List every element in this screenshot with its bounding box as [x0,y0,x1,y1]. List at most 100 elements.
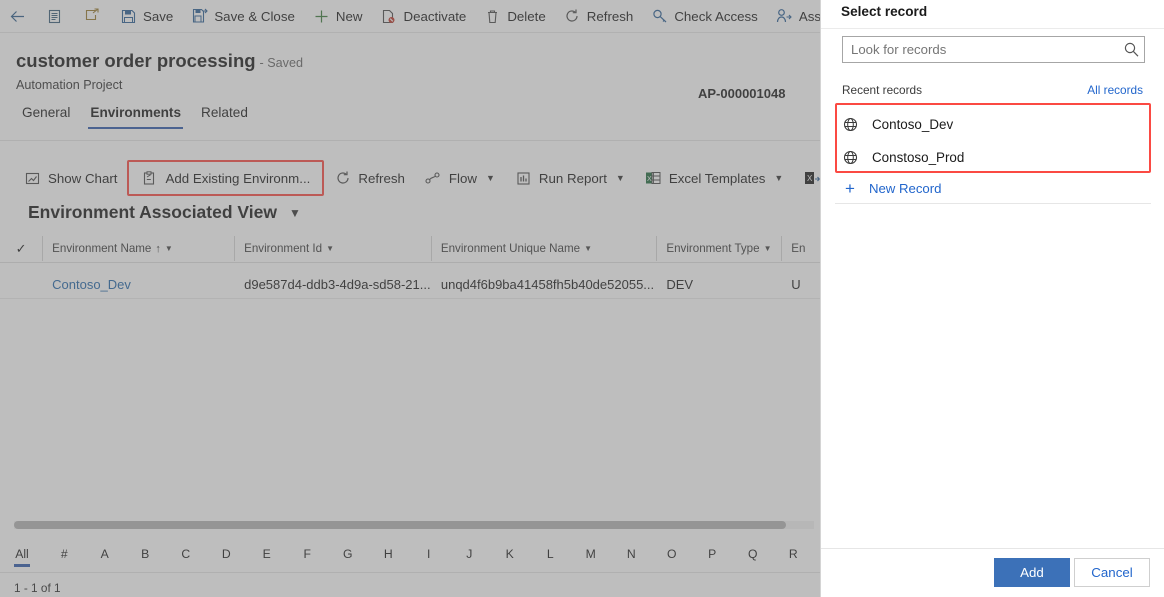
flow-label: Flow [449,171,477,186]
alpha-filter-r[interactable]: R [773,547,814,564]
alpha-filter-i[interactable]: I [409,547,450,564]
column-header-environment-name[interactable]: Environment Name ↑ ▼ [42,236,234,261]
search-input-wrapper[interactable] [842,36,1145,63]
pager-status: 1 - 1 of 1 [14,581,61,595]
alpha-filter-q[interactable]: Q [733,547,774,564]
excel-templates-button[interactable]: X Excel Templates ▼ [635,161,794,195]
alpha-filter-hash[interactable]: # [44,547,85,564]
panel-title: Select record [841,4,927,19]
flow-button[interactable]: Flow ▼ [415,161,505,195]
delete-button[interactable]: Delete [475,0,554,33]
all-records-link[interactable]: All records [1087,83,1143,97]
svg-text:X: X [807,174,813,183]
subgrid-refresh-button[interactable]: Refresh [324,161,415,195]
deactivate-label: Deactivate [403,9,466,24]
table-row[interactable]: Contoso_Dev d9e587d4-ddb3-4d9a-sd58-21..… [0,270,820,298]
alpha-filter-o[interactable]: O [652,547,693,564]
tab-environments[interactable]: Environments [82,104,189,129]
run-report-button[interactable]: Run Report ▼ [505,161,635,195]
trash-icon [484,8,501,25]
refresh-icon [564,8,581,25]
column-header-environment-type[interactable]: Environment Type ▼ [656,236,781,261]
deactivate-button[interactable]: Deactivate [371,0,475,33]
alpha-filter-f[interactable]: F [287,547,328,564]
alpha-filter-b[interactable]: B [125,547,166,564]
delete-label: Delete [507,9,545,24]
chart-icon [24,170,41,187]
alpha-filter-g[interactable]: G [328,547,369,564]
view-selector[interactable]: Environment Associated View ▼ [28,202,301,223]
alpha-filter-k[interactable]: K [490,547,531,564]
panel-title-divider [821,28,1164,29]
add-button[interactable]: Add [994,558,1070,587]
save-and-close-icon [191,8,208,25]
column-header-environment-id[interactable]: Environment Id ▼ [234,236,431,261]
show-chart-button[interactable]: Show Chart [14,161,127,195]
alpha-filter-h[interactable]: H [368,547,409,564]
record-title-text: customer order processing [16,50,256,71]
save-and-close-button[interactable]: Save & Close [182,0,304,33]
tab-related-label: Related [201,105,248,120]
chevron-down-icon: ▼ [165,244,173,253]
search-input[interactable] [843,42,1118,57]
cell-environment-name[interactable]: Contoso_Dev [42,270,234,298]
alpha-filter-c[interactable]: C [166,547,207,564]
tab-environments-label: Environments [90,105,181,120]
form-icon [46,8,63,25]
chevron-down-icon: ▼ [764,244,772,253]
open-in-new-window-button[interactable] [74,0,109,33]
alpha-filter-a[interactable]: A [85,547,126,564]
panel-footer-divider [821,548,1164,549]
export-to-excel-button[interactable]: X Exp [793,161,820,195]
alphabet-filter-divider [0,572,820,573]
alpha-filter-d[interactable]: D [206,547,247,564]
column-header-truncated[interactable]: En [781,236,820,261]
chevron-down-icon: ▼ [486,173,495,183]
export-excel-icon: X [803,170,820,187]
select-all-checkbox[interactable]: ✓ [0,241,42,257]
column-header-label: Environment Name [52,242,151,255]
column-header-label: Environment Unique Name [441,242,580,255]
new-record-button[interactable]: + New Record [845,175,1145,201]
key-icon [651,8,668,25]
app-root: Save Save & Close New Deactivate [0,0,1164,597]
back-button[interactable] [0,0,35,33]
check-access-button[interactable]: Check Access [642,0,767,33]
column-header-label: Environment Id [244,242,322,255]
add-existing-icon [141,170,158,187]
globe-icon [841,150,859,165]
plus-icon [313,8,330,25]
header-divider [0,140,820,141]
grid-horizontal-scrollbar-thumb[interactable] [14,521,786,529]
cancel-button[interactable]: Cancel [1074,558,1150,587]
assign-button[interactable]: Assign [767,0,820,33]
deactivate-icon [380,8,397,25]
form-selector-button[interactable] [37,0,72,33]
show-chart-label: Show Chart [48,171,117,186]
alpha-filter-m[interactable]: M [571,547,612,564]
alphabet-filter: All # A B C D E F G H I J K L M N O P Q … [0,540,820,570]
alpha-filter-l[interactable]: L [530,547,571,564]
add-existing-environment-button[interactable]: Add Existing Environm... [127,160,324,196]
record-option-contoso-dev[interactable]: Contoso_Dev [841,108,1141,140]
search-icon[interactable] [1118,41,1144,58]
alpha-filter-all[interactable]: All [0,547,44,564]
column-header-environment-unique-name[interactable]: Environment Unique Name ▼ [431,236,656,261]
cell-environment-unique-name: unqd4f6b9ba41458fh5b40de52055... [431,270,656,298]
tab-related[interactable]: Related [193,104,256,129]
alpha-filter-e[interactable]: E [247,547,288,564]
record-option-label: Constoso_Prod [872,150,964,165]
tab-general[interactable]: General [14,104,78,129]
record-option-constoso-prod[interactable]: Constoso_Prod [841,141,1141,173]
grid-header-divider [0,262,820,263]
save-icon [120,8,137,25]
refresh-button[interactable]: Refresh [555,0,643,33]
alpha-filter-n[interactable]: N [611,547,652,564]
svg-text:X: X [647,176,652,183]
alpha-filter-p[interactable]: P [692,547,733,564]
new-button[interactable]: New [304,0,372,33]
save-button[interactable]: Save [111,0,182,33]
alpha-filter-j[interactable]: J [449,547,490,564]
refresh-label: Refresh [587,9,634,24]
new-label: New [336,9,363,24]
